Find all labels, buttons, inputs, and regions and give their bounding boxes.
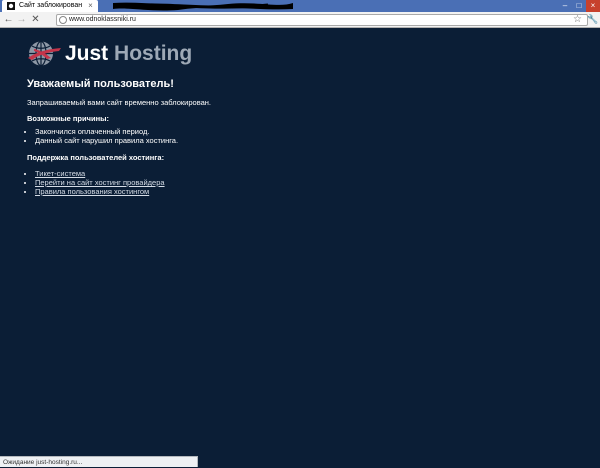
page-content: Just Hosting Уважаемый пользователь! Зап… — [0, 28, 600, 467]
tab-strip: Сайт заблокирован × – □ × — [0, 0, 600, 12]
bookmark-star-icon[interactable]: ☆ — [572, 12, 583, 27]
back-button[interactable]: ← — [3, 12, 14, 27]
minimize-button[interactable]: – — [558, 0, 572, 12]
list-item: Перейти на сайт хостинг провайдера — [35, 178, 165, 187]
provider-site-link[interactable]: Перейти на сайт хостинг провайдера — [35, 178, 165, 187]
status-bar: Ожидание just-hosting.ru... — [0, 456, 198, 467]
page-icon — [59, 16, 67, 24]
stop-button[interactable]: ✕ — [30, 12, 41, 27]
address-bar[interactable]: www.odnoklassniki.ru — [56, 14, 588, 26]
url-text: www.odnoklassniki.ru — [69, 16, 136, 23]
browser-toolbar: ← → ✕ www.odnoklassniki.ru ☆ 🔧 — [0, 12, 600, 28]
window-controls: – □ × — [558, 0, 600, 12]
list-item: Тикет-система — [35, 169, 165, 178]
dark-logo-icon — [7, 2, 15, 10]
support-links-list: Тикет-система Перейти на сайт хостинг пр… — [27, 169, 165, 196]
forward-button[interactable]: → — [16, 12, 27, 27]
logo-word-just: Just — [65, 42, 109, 65]
page-title: Уважаемый пользователь! — [27, 78, 174, 90]
list-item: Закончился оплаченный период. — [35, 127, 178, 136]
tab-title: Сайт заблокирован — [19, 2, 83, 9]
list-item: Правила пользования хостингом — [35, 187, 165, 196]
reasons-list: Закончился оплаченный период. Данный сай… — [27, 127, 178, 145]
tab-close-icon[interactable]: × — [86, 0, 95, 12]
tab-active[interactable]: Сайт заблокирован × — [2, 0, 98, 12]
logo-wordmark: Just Hosting — [65, 40, 192, 67]
list-item: Данный сайт нарушил правила хостинга. — [35, 136, 178, 145]
support-heading: Поддержка пользователей хостинга: — [27, 153, 165, 162]
hosting-rules-link[interactable]: Правила пользования хостингом — [35, 187, 149, 196]
ticket-system-link[interactable]: Тикет-система — [35, 169, 85, 178]
reasons-heading: Возможные причины: — [27, 114, 109, 123]
maximize-button[interactable]: □ — [572, 0, 586, 12]
redaction-scribble — [113, 2, 293, 11]
blocked-message: Запрашиваемый вами сайт временно заблоки… — [27, 98, 212, 107]
wrench-menu-icon[interactable]: 🔧 — [587, 12, 598, 27]
globe-logo-icon — [28, 40, 61, 67]
close-window-button[interactable]: × — [586, 0, 600, 12]
logo-word-hosting: Hosting — [114, 42, 193, 65]
